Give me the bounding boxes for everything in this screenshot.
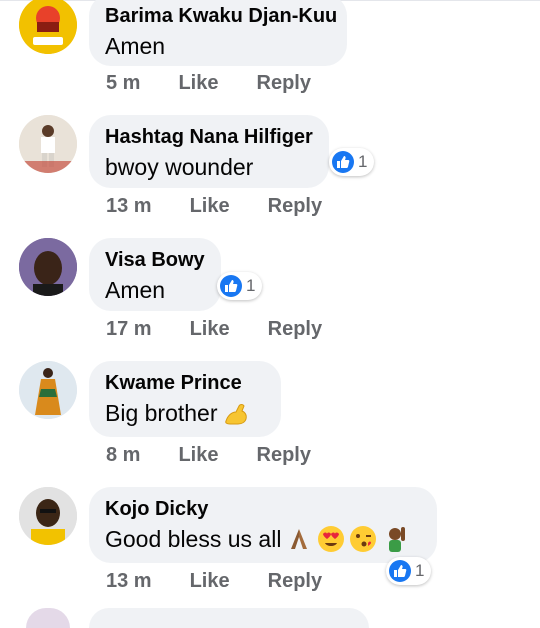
reply-link[interactable]: Reply [268,570,322,592]
comment-timestamp[interactable]: 8 m [106,444,140,466]
comment-text: bwoy wounder [105,154,254,180]
avatar[interactable] [19,0,77,54]
comment-actions: 13 m Like Reply [106,570,360,593]
comment-actions: 8 m Like Reply [106,444,349,467]
comment-timestamp[interactable]: 5 m [106,72,140,94]
reply-link[interactable]: Reply [257,444,311,466]
like-reaction-icon [389,560,411,582]
commenter-name[interactable]: Visa Bowy [105,248,205,272]
raised-hand-person-icon [389,527,406,552]
like-link[interactable]: Like [190,318,230,340]
comment-bubble: Visa Bowy Amen [89,238,221,311]
comment-text: Amen [105,277,166,303]
comment-timestamp[interactable]: 13 m [106,570,152,592]
like-link[interactable]: Like [178,72,218,94]
reaction-count-badge[interactable]: 1 [329,148,375,176]
avatar[interactable] [19,361,77,419]
flexed-biceps-icon [224,404,247,425]
like-reaction-icon [220,275,242,297]
comment-timestamp[interactable]: 13 m [106,195,152,217]
avatar-photo-icon [19,238,77,296]
comment-bubble [89,608,369,628]
reaction-count-badge[interactable]: 1 [217,272,263,300]
comment-bubble: Kwame Prince Big brother [89,361,281,437]
comment-timestamp[interactable]: 17 m [106,318,152,340]
avatar-photo-icon [19,115,77,173]
comment-actions: 17 m Like Reply [106,318,360,341]
like-reaction-icon [332,151,354,173]
like-link[interactable]: Like [190,195,230,217]
avatar-photo-icon [19,361,77,419]
like-link[interactable]: Like [190,570,230,592]
comment-bubble: Hashtag Nana Hilfiger bwoy wounder [89,115,329,188]
comment-text: Amen [105,33,166,59]
commenter-name[interactable]: Barima Kwaku Djan-Kuu [105,4,337,28]
reaction-count: 1 [358,152,368,171]
avatar-logo-icon [19,0,77,54]
comment-actions: 5 m Like Reply [106,72,349,95]
comment-bubble: Barima Kwaku Djan-Kuu Amen [89,0,347,66]
reaction-count: 1 [246,276,256,295]
folded-hands-icon [291,529,308,549]
avatar[interactable] [19,238,77,296]
kissing-face-icon [350,526,377,552]
avatar[interactable] [26,608,70,628]
commenter-name[interactable]: Kwame Prince [105,371,265,395]
avatar-photo-icon [19,487,77,545]
reply-link[interactable]: Reply [257,72,311,94]
reaction-count-badge[interactable]: 1 [386,557,432,585]
commenter-name[interactable]: Kojo Dicky [105,497,421,521]
like-link[interactable]: Like [178,444,218,466]
reaction-count: 1 [415,561,425,580]
comment-bubble: Kojo Dicky Good bless us all [89,487,437,563]
comment-text: Big brother [105,398,265,428]
commenter-name[interactable]: Hashtag Nana Hilfiger [105,125,313,149]
reply-link[interactable]: Reply [268,318,322,340]
avatar[interactable] [19,487,77,545]
avatar[interactable] [19,115,77,173]
comment-actions: 13 m Like Reply [106,195,360,218]
heart-eyes-face-icon [318,526,345,552]
reply-link[interactable]: Reply [268,195,322,217]
comment-text: Good bless us all [105,524,421,554]
